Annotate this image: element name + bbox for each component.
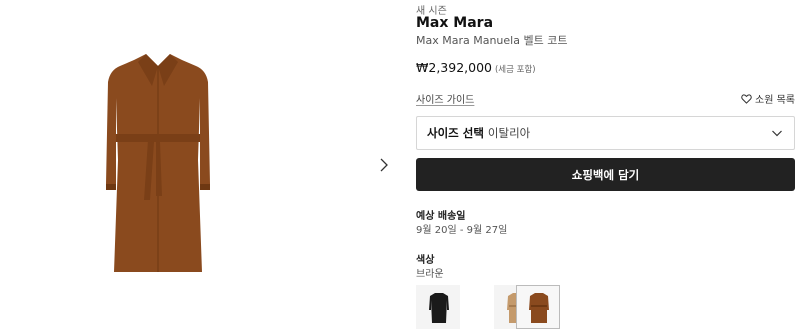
color-title: 색상 [416, 255, 435, 266]
wishlist-label: 소원 목록 [755, 95, 795, 106]
delivery-title: 예상 배송일 [416, 211, 466, 222]
delivery-dates: 9월 20일 - 9월 27일 [416, 225, 508, 236]
wishlist-button[interactable]: 소원 목록 [741, 91, 795, 106]
chevron-down-icon [772, 130, 782, 137]
size-select[interactable]: 사이즈 선택 이탈리아 [416, 116, 795, 150]
coat-thumbnail-black [429, 293, 449, 323]
chevron-right-icon[interactable] [376, 155, 392, 175]
size-select-value: 이탈리아 [487, 126, 531, 140]
color-value: 브라운 [416, 269, 444, 280]
tax-note: (세금 포함) [494, 65, 536, 75]
coat-thumbnail-brown [529, 293, 549, 323]
heart-icon [741, 93, 752, 104]
size-select-label: 사이즈 선택 [427, 126, 484, 140]
price-row: ₩2,392,000 (세금 포함) [416, 57, 536, 76]
brand-name[interactable]: Max Mara [416, 15, 493, 31]
product-image [106, 54, 210, 272]
product-title: Max Mara Manuela 벨트 코트 [416, 34, 568, 47]
color-swatch-black[interactable] [416, 285, 460, 329]
size-guide-link[interactable]: 사이즈 가이드 [416, 91, 474, 106]
price: ₩2,392,000 [416, 60, 492, 75]
product-gallery [0, 0, 400, 332]
color-swatch-brown[interactable] [516, 285, 560, 329]
add-to-bag-button[interactable]: 쇼핑백에 담기 [416, 158, 795, 191]
